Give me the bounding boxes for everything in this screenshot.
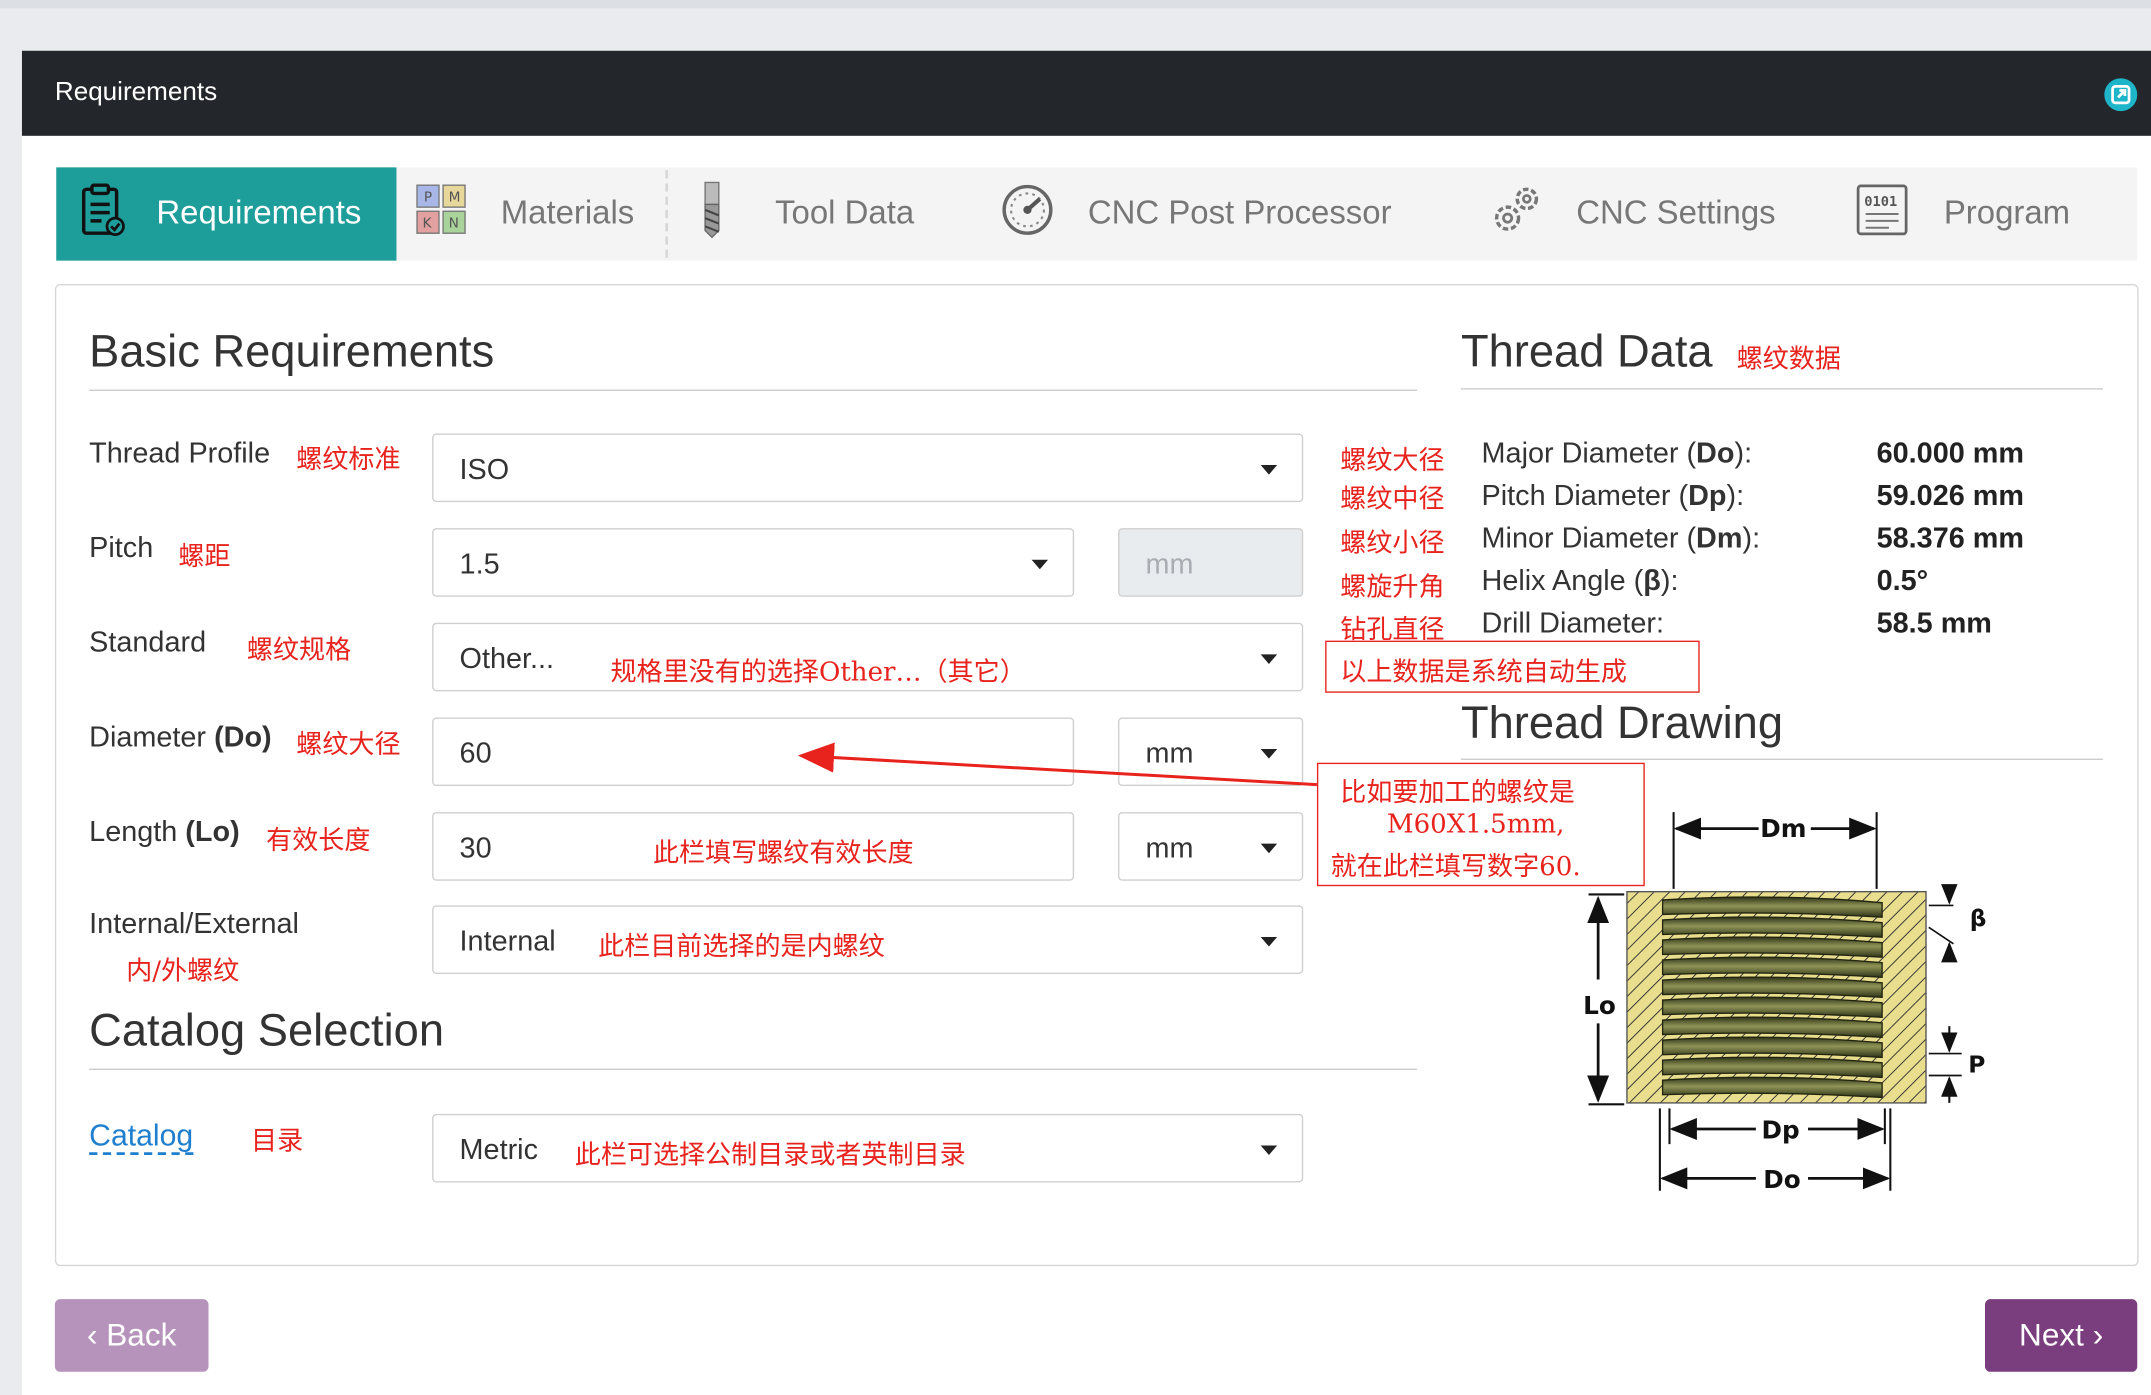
callout-line-1: 比如要加工的螺纹是 bbox=[1340, 777, 1575, 808]
materials-grid-icon: P MKN bbox=[416, 183, 468, 245]
beta-label: β bbox=[1970, 905, 1987, 932]
internal-external-label: Internal/External bbox=[89, 908, 299, 940]
basic-requirements-heading: Basic Requirements bbox=[89, 325, 495, 376]
lo-label: Lo bbox=[1583, 991, 1616, 1020]
program-code-icon: 0101 bbox=[1856, 183, 1908, 245]
next-button[interactable]: Next › bbox=[1984, 1299, 2138, 1372]
major-diameter-label: Major Diameter (Do): bbox=[1481, 437, 1753, 470]
thread-profile-label: Thread Profile bbox=[89, 437, 271, 470]
catalog-annotation: 目录 bbox=[251, 1126, 304, 1157]
pitch-diameter-annotation: 螺纹中径 bbox=[1340, 484, 1445, 515]
window-title: Requirements bbox=[54, 78, 218, 108]
thread-profile-select[interactable]: ISO bbox=[432, 433, 1304, 503]
catalog-link[interactable]: Catalog bbox=[89, 1118, 194, 1156]
drill-diameter-value: 58.5 mm bbox=[1876, 607, 1992, 640]
internal-external-note: 此栏目前选择的是内螺纹 bbox=[598, 931, 885, 962]
wizard-tabs: Requirements P MKN Materials Tool Data CN… bbox=[56, 167, 2138, 261]
gears-icon bbox=[1488, 182, 1543, 246]
tab-requirements[interactable]: Requirements bbox=[56, 167, 397, 261]
length-unit-select[interactable]: mm bbox=[1118, 812, 1304, 881]
internal-external-select[interactable]: Internal 此栏目前选择的是内螺纹 bbox=[432, 905, 1304, 974]
auto-generated-note: 以上数据是系统自动生成 bbox=[1340, 657, 1627, 688]
tab-label: CNC Post Processor bbox=[1087, 194, 1392, 232]
standard-label: Standard bbox=[89, 626, 207, 659]
minor-diameter-label: Minor Diameter (Dm): bbox=[1481, 522, 1761, 555]
length-input[interactable]: 30 此栏填写螺纹有效长度 bbox=[432, 812, 1075, 881]
catalog-select[interactable]: Metric 此栏可选择公制目录或者英制目录 bbox=[432, 1113, 1304, 1183]
divider bbox=[1460, 388, 2103, 390]
gauge-icon bbox=[1000, 182, 1055, 246]
helix-angle-value: 0.5° bbox=[1876, 565, 1929, 597]
callout-arrow bbox=[797, 742, 1318, 787]
tab-label: Tool Data bbox=[775, 194, 915, 232]
chevron-down-icon bbox=[1031, 559, 1049, 570]
chevron-down-icon bbox=[1260, 1145, 1278, 1156]
p-label: P bbox=[1968, 1052, 1985, 1079]
top-border bbox=[0, 0, 2151, 9]
thread-profile-annotation: 螺纹标准 bbox=[296, 444, 401, 475]
internal-external-annotation: 内/外螺纹 bbox=[126, 956, 240, 987]
tab-label: Program bbox=[1943, 194, 2071, 232]
divider bbox=[89, 389, 1418, 391]
do-label: Do bbox=[1763, 1165, 1800, 1194]
chevron-down-icon bbox=[1260, 936, 1278, 947]
catalog-selection-heading: Catalog Selection bbox=[89, 1004, 445, 1055]
chevron-down-icon bbox=[1260, 465, 1278, 475]
auto-generated-note-box: 以上数据是系统自动生成 bbox=[1325, 640, 1700, 693]
major-diameter-annotation: 螺纹大径 bbox=[1340, 445, 1445, 477]
pitch-diameter-label: Pitch Diameter (Dp): bbox=[1481, 480, 1745, 512]
svg-text:N: N bbox=[449, 215, 459, 231]
end-mill-icon bbox=[701, 180, 723, 247]
tab-label: CNC Settings bbox=[1576, 194, 1776, 232]
clipboard-icon bbox=[80, 182, 127, 246]
length-annotation: 有效长度 bbox=[266, 825, 371, 857]
divider bbox=[1460, 758, 2103, 760]
tab-materials[interactable]: P MKN Materials bbox=[416, 167, 635, 260]
svg-text:K: K bbox=[423, 215, 433, 231]
tab-tool-data[interactable]: Tool Data bbox=[701, 167, 914, 260]
thread-data-heading: Thread Data bbox=[1460, 325, 1713, 376]
diameter-label: Diameter (Do) bbox=[89, 721, 272, 754]
pitch-unit-field: mm bbox=[1118, 528, 1304, 597]
tab-label: Requirements bbox=[156, 194, 362, 232]
tab-program[interactable]: 0101 Program bbox=[1856, 167, 2070, 260]
pitch-diameter-value: 59.026 mm bbox=[1876, 480, 2024, 512]
minor-diameter-value: 58.376 mm bbox=[1876, 522, 2024, 555]
tab-label: Materials bbox=[500, 194, 635, 232]
dm-label: Dm bbox=[1760, 814, 1806, 843]
length-label: Length (Lo) bbox=[89, 816, 240, 848]
thread-data-annotation: 螺纹数据 bbox=[1736, 344, 1841, 375]
thread-drawing-heading: Thread Drawing bbox=[1460, 696, 1784, 748]
divider bbox=[89, 1068, 1418, 1071]
callout-box: 比如要加工的螺纹是 M60X1.5mm, 就在此栏填写数字60. bbox=[1316, 762, 1645, 887]
diameter-annotation: 螺纹大径 bbox=[296, 729, 401, 760]
length-note: 此栏填写螺纹有效长度 bbox=[652, 838, 914, 869]
pitch-label: Pitch bbox=[89, 532, 154, 564]
drill-diameter-label: Drill Diameter: bbox=[1481, 607, 1665, 640]
svg-text:P: P bbox=[424, 189, 432, 205]
standard-note: 规格里没有的选择Other…（其它） bbox=[610, 657, 1026, 688]
pitch-select[interactable]: 1.5 bbox=[432, 528, 1075, 597]
back-button[interactable]: ‹ Back bbox=[54, 1299, 209, 1372]
expand-icon[interactable] bbox=[2104, 78, 2138, 112]
major-diameter-value: 60.000 mm bbox=[1876, 437, 2024, 470]
svg-text:0101: 0101 bbox=[1864, 193, 1897, 209]
chevron-down-icon bbox=[1260, 654, 1278, 664]
window-header: Requirements bbox=[21, 50, 2151, 136]
callout-line-3: 就在此栏填写数字60. bbox=[1330, 851, 1581, 883]
callout-line-2: M60X1.5mm, bbox=[1386, 809, 1565, 840]
minor-diameter-annotation: 螺纹小径 bbox=[1340, 528, 1445, 559]
tab-cnc-settings[interactable]: CNC Settings bbox=[1488, 167, 1776, 260]
standard-annotation: 螺纹规格 bbox=[246, 635, 352, 666]
standard-select[interactable]: Other... 规格里没有的选择Other…（其它） bbox=[432, 622, 1304, 692]
tab-cnc-post-processor[interactable]: CNC Post Processor bbox=[1000, 167, 1392, 260]
catalog-note: 此栏可选择公制目录或者英制目录 bbox=[574, 1139, 966, 1171]
helix-angle-annotation: 螺旋升角 bbox=[1340, 572, 1445, 603]
helix-angle-label: Helix Angle (β): bbox=[1481, 565, 1679, 597]
pitch-annotation: 螺距 bbox=[178, 541, 231, 573]
svg-text:M: M bbox=[449, 189, 461, 205]
dp-label: Dp bbox=[1762, 1116, 1800, 1145]
chevron-down-icon bbox=[1260, 843, 1278, 854]
tab-divider bbox=[665, 170, 669, 258]
